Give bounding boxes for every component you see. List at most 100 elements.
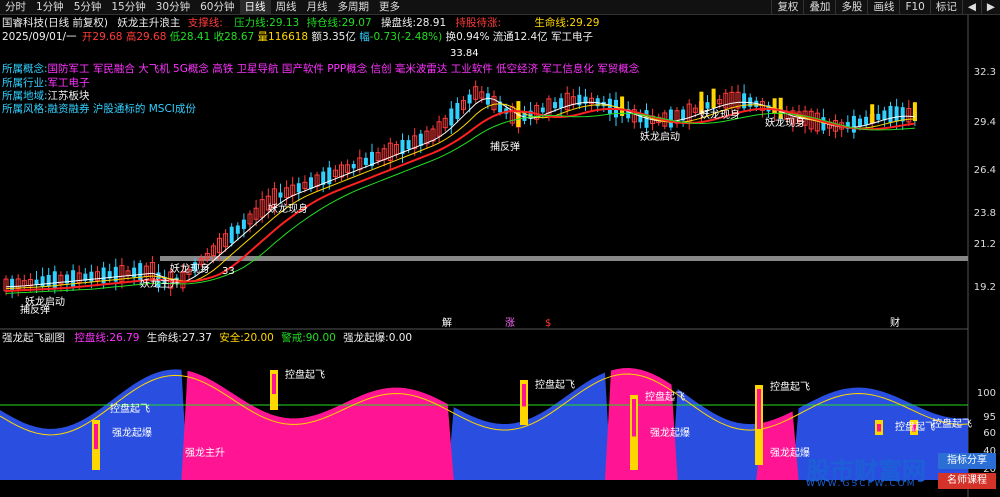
candle-body [265,195,271,211]
quote-date: 2025/09/01/一 [2,31,77,43]
signal-bar [870,104,875,124]
ma-green [5,112,915,294]
turnover-label: 换 [445,31,457,43]
ma-red [5,107,916,292]
pressure-value: 29.13 [269,17,300,29]
change-label: 幅 [359,31,370,43]
sub-tick: 95 [983,412,996,423]
period-tabs: 分时 1分钟 5分钟 15分钟 30分钟 60分钟 日线 周线 月线 多周期 更多 [0,0,405,14]
candle-body [882,110,887,121]
change-value: -0.73(-2.48%) [369,31,443,43]
tool-button-5[interactable]: 标记 [929,0,962,14]
style-line: 所属风格:融资融券 沪股通标的 MSCI成份 [2,102,196,116]
tool-button-4[interactable]: F10 [899,0,929,14]
candle-body [876,113,881,120]
high-label: 高 [125,31,137,43]
region-line: 所属地域:江苏板块 [2,89,90,103]
control-value: 28.91 [416,17,447,29]
period-tab-9[interactable]: 多周期 [333,0,375,14]
sub-life-line [0,373,969,436]
amount-value: 3.35亿 [321,31,356,43]
open-label: 开 [81,31,93,43]
price-tick: 19.2 [973,282,996,293]
candle-body [168,271,174,289]
candle-body [674,110,680,124]
candle-body [327,167,332,185]
candle-body [766,105,771,112]
candle-body [442,117,448,129]
price-annotation: 妖龙现身 [700,108,740,121]
tool-button-1[interactable]: 叠加 [803,0,835,14]
price-annotation: 妖龙现身 [765,116,805,129]
candle-body [698,101,704,115]
tool-button-7[interactable]: ▶ [980,0,1000,14]
indicator-name: 妖龙主升浪主 [117,17,181,29]
period-tab-5[interactable]: 60分钟 [195,0,239,14]
header-line: 国睿科技(日线 前复权) 妖龙主升浪主 支撑线: 压力线:29.13 持仓线:2… [2,16,599,30]
period-tab-2[interactable]: 5分钟 [69,0,107,14]
indicator-share-link[interactable]: 指标分享 [938,453,996,469]
signal-column [92,420,100,470]
sub-burst-value: 0.00 [388,332,413,344]
teacher-course-link[interactable]: 名师课程 [938,473,996,489]
period-tab-4[interactable]: 30分钟 [151,0,195,14]
style-label: 所属风格: [2,103,48,115]
candle-body [302,181,308,189]
candle-body [424,130,430,145]
candle-body [570,96,576,105]
tool-button-3[interactable]: 画线 [867,0,899,14]
candle-body [15,278,21,290]
price-tick: 32.3 [973,67,996,78]
candle-body [46,274,51,287]
candle-body [644,110,649,128]
period-tab-10[interactable]: 更多 [374,0,405,14]
sub-chart-header: 强龙起飞副图 控盘线:26.79 生命线:27.37 安全:20.00 警戒:9… [2,331,412,345]
period-tab-3[interactable]: 15分钟 [106,0,150,14]
candle-body [735,91,741,109]
price-tick: 21.2 [973,239,996,250]
turnover-value: 0.94% [456,31,490,43]
candle-body [589,97,595,105]
signal-bar [711,88,716,109]
candle-body [778,107,783,119]
signal-column-core [912,424,916,432]
candle-body [748,97,753,107]
candle-body [247,213,253,225]
period-tab-7[interactable]: 周线 [271,0,302,14]
tool-button-2[interactable]: 多股 [835,0,867,14]
period-tab-0[interactable]: 分时 [0,0,31,14]
candle-body [607,98,612,114]
candle-body [271,188,277,208]
close-label: 收 [213,31,225,43]
candle-body [83,273,88,281]
tool-button-6[interactable]: ◀ [961,0,981,14]
candle-body [553,102,557,109]
candle-body [662,112,668,127]
low-label: 低 [169,31,181,43]
signal-column-core [877,424,881,432]
industry-label: 所属行业: [2,77,48,89]
wait-label: 持股待涨: [455,17,502,29]
tool-button-0[interactable]: 复权 [771,0,803,14]
grey-band [160,256,968,261]
candle-body [821,117,826,131]
style-value: 融资融券 沪股通标的 MSCI成份 [47,103,196,115]
candle-body [534,104,540,120]
signal-column-core [632,399,636,437]
period-tab-1[interactable]: 1分钟 [31,0,69,14]
candle-body [912,112,917,122]
sector-tag: 军工电子 [551,31,593,43]
price-tick: 29.4 [973,117,996,128]
period-tab-8[interactable]: 月线 [302,0,333,14]
candle-body [784,111,790,120]
sub-annotation: 控盘起飞 [895,420,935,433]
candle-body [193,262,198,272]
candle-body [229,226,234,244]
candle-body [235,225,240,234]
candle-body [833,120,839,132]
candle-body [479,91,485,99]
candle-body [204,252,210,260]
period-tab-6[interactable]: 日线 [239,0,271,14]
sub-safe-label: 安全: [219,332,244,344]
candle-body [58,274,64,285]
